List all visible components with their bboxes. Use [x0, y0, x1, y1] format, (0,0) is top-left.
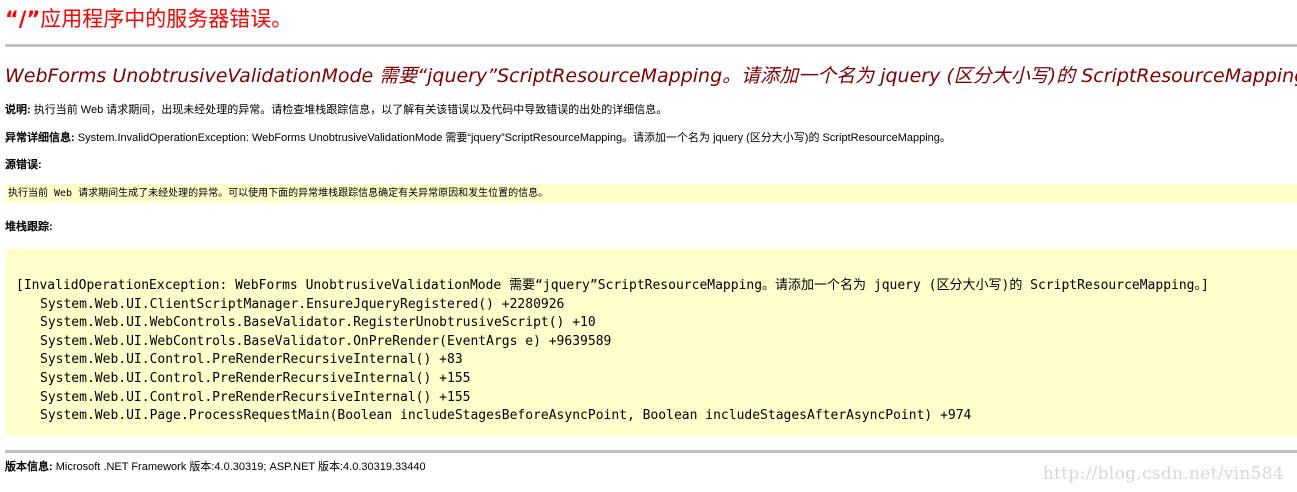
stack-trace-line: System.Web.UI.WebControls.BaseValidator.…: [40, 333, 612, 349]
exception-details-label: 异常详细信息:: [5, 132, 75, 144]
watermark: http://blog.csdn.net/vin584: [1042, 464, 1284, 484]
description-text: 执行当前 Web 请求期间，出现未经处理的异常。请检查堆栈跟踪信息，以了解有关该…: [30, 104, 668, 116]
source-error-label: 源错误:: [5, 159, 42, 171]
page-title: “/”应用程序中的服务器错误。: [5, 0, 1292, 40]
divider-top: [5, 44, 1297, 47]
stack-trace-line: System.Web.UI.WebControls.BaseValidator.…: [40, 315, 596, 331]
description-label: 说明:: [5, 104, 31, 116]
app-path: “/”: [5, 7, 41, 31]
version-text: Microsoft .NET Framework 版本:4.0.30319; A…: [52, 461, 426, 473]
stack-trace-line: [InvalidOperationException: WebForms Uno…: [16, 278, 1209, 293]
description: 说明: 执行当前 Web 请求期间，出现未经处理的异常。请检查堆栈跟踪信息，以了…: [5, 103, 1292, 117]
error-title: WebForms UnobtrusiveValidationMode 需要“jq…: [5, 65, 1297, 87]
version-label: 版本信息:: [5, 461, 53, 473]
exception-details: 异常详细信息: System.InvalidOperationException…: [5, 131, 1292, 145]
error-page: “/”应用程序中的服务器错误。 WebForms UnobtrusiveVali…: [0, 0, 1297, 474]
stack-trace-line: System.Web.UI.Page.ProcessRequestMain(Bo…: [40, 408, 972, 424]
stack-trace-line: System.Web.UI.ClientScriptManager.Ensure…: [40, 296, 565, 312]
stack-trace-box: [InvalidOperationException: WebForms Uno…: [5, 249, 1297, 436]
divider-bottom: [5, 450, 1297, 453]
source-error-heading: 源错误:: [5, 158, 1292, 172]
stack-trace-line: System.Web.UI.Control.PreRenderRecursive…: [40, 389, 471, 405]
server-error-heading: 应用程序中的服务器错误。: [40, 7, 293, 31]
source-error-box: 执行当前 Web 请求期间生成了未经处理的异常。可以使用下面的异常堆栈跟踪信息确…: [5, 184, 1297, 203]
stack-trace-heading: 堆栈跟踪:: [5, 220, 1292, 234]
exception-details-text: System.InvalidOperationException: WebFor…: [74, 132, 951, 144]
stack-trace-line: System.Web.UI.Control.PreRenderRecursive…: [40, 352, 463, 368]
stack-trace-line: System.Web.UI.Control.PreRenderRecursive…: [40, 370, 471, 386]
stack-trace-label: 堆栈跟踪:: [5, 221, 53, 233]
